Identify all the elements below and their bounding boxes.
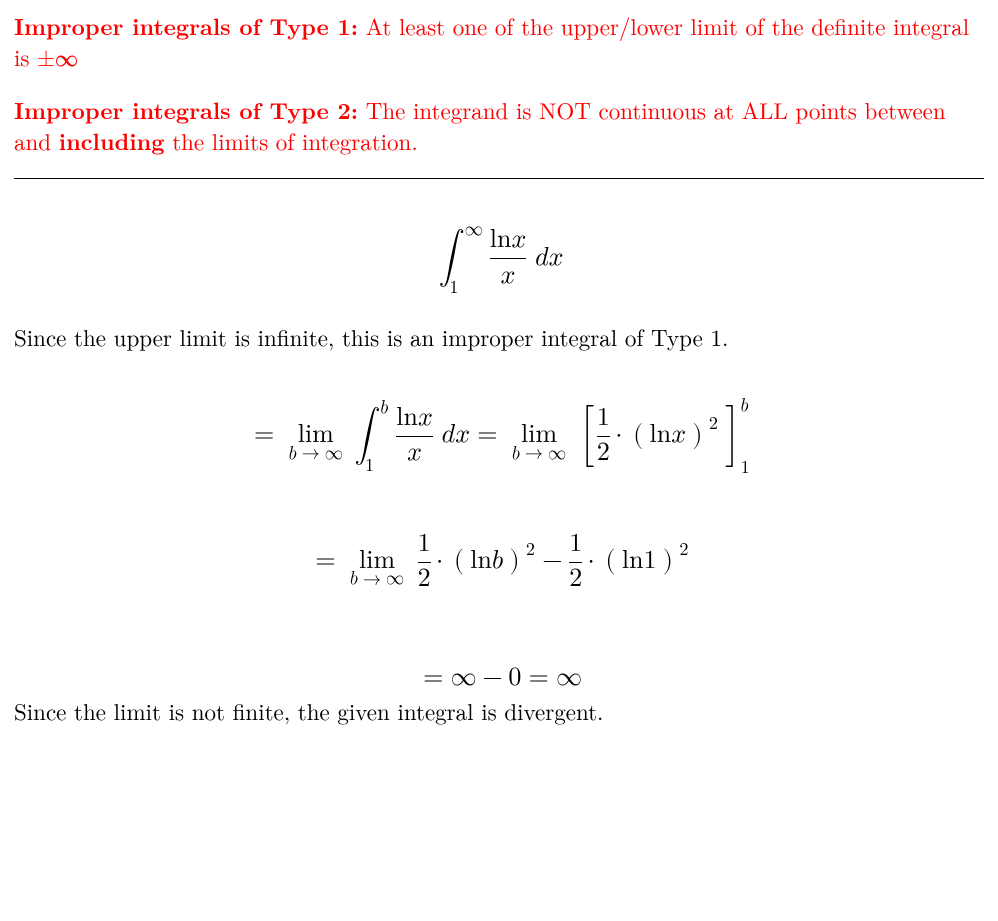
horizontal-rule [14, 178, 984, 179]
type2-bold: including [59, 124, 165, 157]
conclusion-text: Since the limit is not finite, the given… [14, 695, 984, 726]
step-limit-rewrite: = lim b→∞ ∫ 1 b ln⁡x x dx = lim b→∞ [14, 398, 984, 473]
classification-text: Since the upper limit is infinite, this … [14, 321, 984, 352]
type2-text-b: the limits of integration. [165, 124, 418, 157]
type2-definition: Improper integrals of Type 2: The integr… [14, 94, 984, 156]
type2-title: Improper integrals of Type 2: [14, 93, 358, 126]
integral-expression: ∫ 1 ∞ ln⁡x x dx [14, 227, 984, 293]
type1-title: Improper integrals of Type 1: [14, 9, 358, 42]
type1-definition: Improper integrals of Type 1: At least o… [14, 10, 984, 72]
step-evaluate: = lim b→∞ 12 · (ln⁡b) 2 − 12 · (ln⁡1) 2 [14, 533, 984, 586]
step-result: = ∞ − 0 = ∞ [14, 668, 984, 685]
